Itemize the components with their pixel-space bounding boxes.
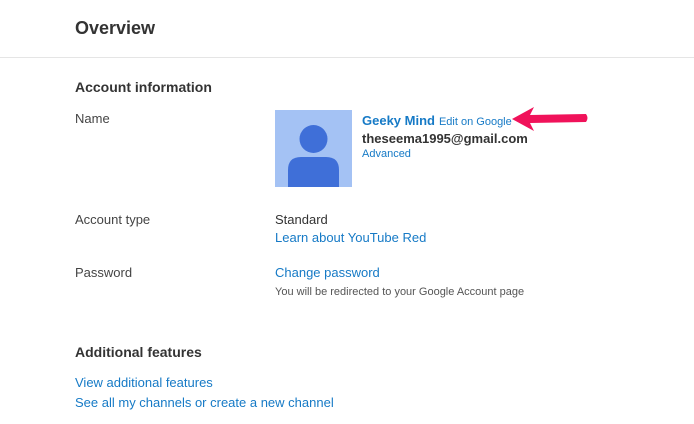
account-type-label: Account type <box>75 212 151 227</box>
name-label: Name <box>75 111 110 126</box>
page-title: Overview <box>75 18 156 38</box>
account-information-heading: Account information <box>75 79 212 95</box>
redirect-note: You will be redirected to your Google Ac… <box>275 286 525 298</box>
avatar-person-icon <box>288 125 339 187</box>
learn-about-youtube-red-link[interactable]: Learn about YouTube Red <box>275 230 426 246</box>
page-header: Overview <box>0 0 694 58</box>
view-additional-features-link[interactable]: View additional features <box>75 375 213 391</box>
advanced-link[interactable]: Advanced <box>362 148 411 160</box>
edit-on-google-link[interactable]: Edit on Google <box>439 116 512 128</box>
additional-features-heading: Additional features <box>75 344 202 360</box>
name-line: Geeky Mind Edit on Google <box>362 112 512 130</box>
display-name-link[interactable]: Geeky Mind <box>362 113 435 128</box>
email-address: theseema1995@gmail.com <box>362 131 528 146</box>
password-label: Password <box>75 265 133 280</box>
pointer-arrow-icon <box>512 107 588 131</box>
channels-link[interactable]: See all my channels or create a new chan… <box>75 395 334 411</box>
change-password-link[interactable]: Change password <box>275 265 380 281</box>
account-type-value: Standard <box>275 212 328 227</box>
avatar[interactable] <box>275 110 352 187</box>
